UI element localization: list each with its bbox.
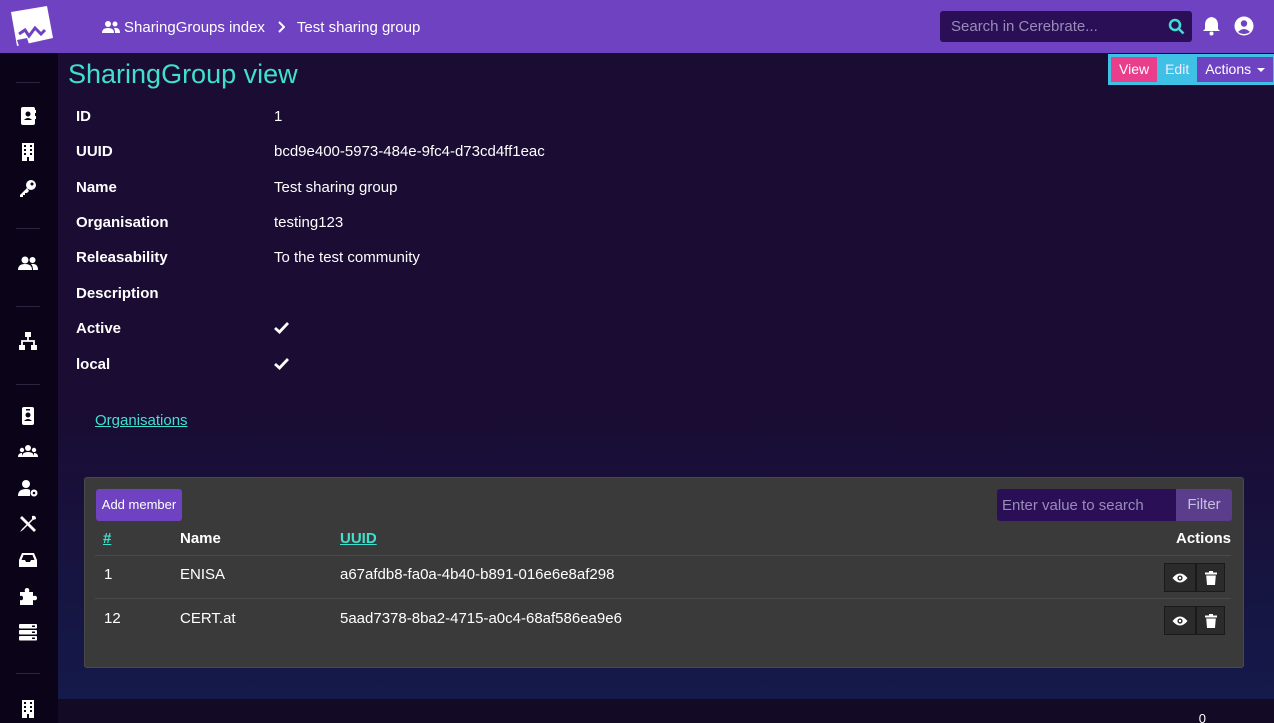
add-member-button[interactable]: Add member <box>96 489 182 521</box>
actions-dropdown[interactable]: Actions <box>1197 57 1274 82</box>
tab-organisations[interactable]: Organisations <box>95 412 188 429</box>
cerebrate-logo[interactable] <box>9 4 55 48</box>
caret-down-icon <box>1257 67 1266 72</box>
filter-search-input[interactable] <box>997 489 1176 521</box>
breadcrumb-item-current[interactable]: Test sharing group <box>297 19 420 36</box>
view-button[interactable]: View <box>1111 57 1158 82</box>
top-navbar: SharingGroups index Test sharing group <box>0 0 1274 53</box>
sidebar-divider <box>16 384 40 385</box>
filter-button[interactable]: Filter <box>1176 489 1232 521</box>
breadcrumb: SharingGroups index Test sharing group <box>102 16 420 38</box>
field-value-organisation: testing123 <box>274 214 344 231</box>
field-value-uuid: bcd9e400-5973-484e-9fc4-d73cd4ff1eac <box>274 143 545 160</box>
search-input[interactable] <box>940 18 1160 35</box>
tools-icon[interactable] <box>18 514 38 534</box>
global-search <box>940 11 1192 42</box>
row-uuid: a67afdb8-fa0a-4b40-b891-016e6e8af298 <box>340 566 615 583</box>
footer-counter: 0 <box>1198 711 1206 723</box>
view-member-button[interactable] <box>1164 606 1196 635</box>
address-card-icon[interactable] <box>18 106 38 126</box>
sidebar-divider <box>16 673 40 674</box>
user-group-icon[interactable] <box>18 442 38 462</box>
field-label-organisation: Organisation <box>76 214 169 231</box>
users-icon <box>102 21 120 33</box>
puzzle-icon[interactable] <box>18 586 38 606</box>
row-num: 12 <box>104 610 121 627</box>
breadcrumb-item-index[interactable]: SharingGroups index <box>124 19 265 36</box>
sitemap-icon[interactable] <box>18 331 38 351</box>
field-label-releasability: Releasability <box>76 249 168 266</box>
trash-icon <box>1204 613 1217 628</box>
users-icon[interactable] <box>18 253 38 273</box>
row-uuid: 5aad7378-8ba2-4715-a0c4-68af586ea9e6 <box>340 610 622 627</box>
field-label-uuid: UUID <box>76 143 113 160</box>
row-name: CERT.at <box>180 610 236 627</box>
row-num: 1 <box>104 566 113 583</box>
field-label-name: Name <box>76 179 117 196</box>
check-icon <box>274 358 289 370</box>
view-actions-group: View Edit Actions <box>1108 54 1274 85</box>
delete-member-button[interactable] <box>1196 606 1225 635</box>
delete-member-button[interactable] <box>1196 563 1225 592</box>
page-title: SharingGroup view <box>68 59 298 89</box>
inbox-icon[interactable] <box>18 550 38 570</box>
sidebar <box>0 53 58 723</box>
column-header-num[interactable]: # <box>103 530 111 547</box>
user-cog-icon[interactable] <box>18 478 38 498</box>
field-label-description: Description <box>76 285 159 302</box>
field-label-local: local <box>76 356 111 373</box>
field-value-name: Test sharing group <box>274 179 398 196</box>
edit-button[interactable]: Edit <box>1157 57 1198 82</box>
eye-icon <box>1172 573 1188 582</box>
search-icon[interactable] <box>1168 18 1185 35</box>
field-label-id: ID <box>76 108 91 125</box>
actions-dropdown-label: Actions <box>1205 61 1252 77</box>
row-name: ENISA <box>180 566 226 583</box>
column-header-name: Name <box>180 530 221 547</box>
chevron-right-icon <box>278 21 285 33</box>
footer: 0 <box>58 699 1274 723</box>
eye-icon <box>1172 616 1188 625</box>
building-icon[interactable] <box>18 142 38 162</box>
sidebar-divider <box>16 228 40 229</box>
user-circle-icon[interactable] <box>1234 16 1254 36</box>
column-header-uuid[interactable]: UUID <box>340 530 377 547</box>
key-icon[interactable] <box>18 178 38 198</box>
sidebar-divider <box>16 306 40 307</box>
sidebar-divider <box>16 82 40 83</box>
bell-icon[interactable] <box>1202 16 1221 36</box>
check-icon <box>274 322 289 334</box>
table-divider <box>95 598 1231 599</box>
field-value-id: 1 <box>274 108 283 125</box>
server-icon[interactable] <box>18 622 38 642</box>
field-label-active: Active <box>76 320 122 337</box>
field-value-releasability: To the test community <box>274 249 420 266</box>
building-icon[interactable] <box>18 699 38 719</box>
id-badge-icon[interactable] <box>18 406 38 426</box>
column-header-actions: Actions <box>1176 530 1232 547</box>
trash-icon <box>1204 570 1217 585</box>
view-member-button[interactable] <box>1164 563 1196 592</box>
table-divider <box>95 555 1231 556</box>
